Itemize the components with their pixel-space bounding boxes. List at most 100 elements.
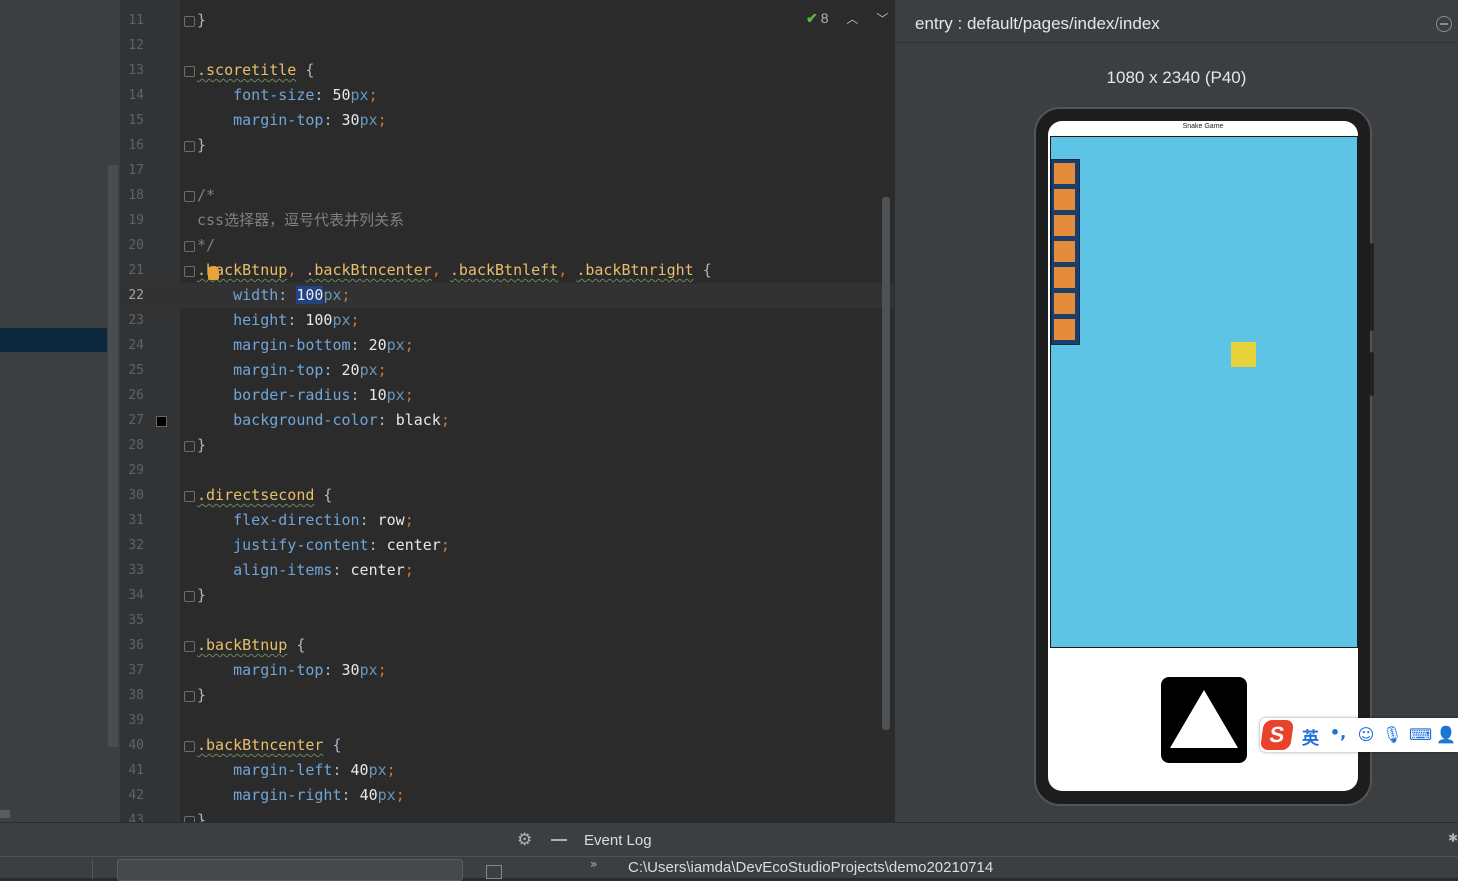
code-line[interactable]: 18 /* <box>120 183 894 208</box>
lightbulb-icon[interactable] <box>208 266 219 280</box>
code-line[interactable]: 28} <box>120 433 894 458</box>
inspection-widget[interactable]: ✔ 8 ︿ ﹀ <box>806 10 888 27</box>
code-line[interactable]: 27 background-color: black; <box>120 408 894 433</box>
code-line[interactable]: 38} <box>120 683 894 708</box>
user-icon[interactable]: 👤 <box>1436 725 1456 745</box>
code-text[interactable]: .directsecond { <box>197 483 332 508</box>
code-text[interactable]: align-items: center; <box>197 558 414 583</box>
fold-marker-icon[interactable] <box>184 266 195 277</box>
code-line[interactable]: 12 <box>120 33 894 58</box>
code-line[interactable]: 33 align-items: center; <box>120 558 894 583</box>
code-line[interactable]: 31 flex-direction: row; <box>120 508 894 533</box>
code-line[interactable]: 22 width: 100px; <box>120 283 894 308</box>
smiley-icon[interactable]: ☺ <box>1356 725 1376 745</box>
code-line[interactable]: 16} <box>120 133 894 158</box>
code-line[interactable]: 30 .directsecond { <box>120 483 894 508</box>
code-line[interactable]: 20 */ <box>120 233 894 258</box>
code-text[interactable]: margin-top: 30px; <box>197 658 387 683</box>
fold-marker-icon[interactable] <box>184 141 195 152</box>
event-log-title[interactable]: Event Log <box>584 832 652 849</box>
code-text[interactable]: height: 100px; <box>197 308 359 333</box>
ime-toolbar[interactable]: S 英 •, ☺ 🎙 ⌨ 👤 <box>1259 718 1458 752</box>
code-line[interactable]: 37 margin-top: 30px; <box>120 658 894 683</box>
chevron-down-icon[interactable]: ﹀ <box>876 12 888 26</box>
code-text[interactable]: /* <box>197 183 215 208</box>
code-line[interactable]: 40 .backBtncenter { <box>120 733 894 758</box>
code-text[interactable]: justify-content: center; <box>197 533 450 558</box>
code-line[interactable]: 14 font-size: 50px; <box>120 83 894 108</box>
code-line[interactable]: 11} <box>120 8 894 33</box>
code-text[interactable]: } <box>197 583 206 608</box>
code-line[interactable]: 24 margin-bottom: 20px; <box>120 333 894 358</box>
code-text[interactable]: } <box>197 133 206 158</box>
code-line[interactable]: 23 height: 100px; <box>120 308 894 333</box>
fold-marker-icon[interactable] <box>184 16 195 27</box>
code-editor[interactable]: 11} 12 13 .scoretitle {14 font-size: 50px; 1… <box>120 0 894 822</box>
code-text[interactable]: margin-top: 20px; <box>197 358 387 383</box>
fold-marker-icon[interactable] <box>184 741 195 752</box>
code-line[interactable]: 26 border-radius: 10px; <box>120 383 894 408</box>
project-panel-scrollbar[interactable] <box>108 165 118 747</box>
settings-small-icon[interactable]: ✱ <box>1448 831 1458 845</box>
code-line[interactable]: 39 <box>120 708 894 733</box>
fold-marker-icon[interactable] <box>184 191 195 202</box>
code-text[interactable]: */ <box>197 233 215 258</box>
code-text[interactable]: font-size: 50px; <box>197 83 378 108</box>
code-line[interactable]: 29 <box>120 458 894 483</box>
search-input[interactable] <box>117 859 463 881</box>
code-text[interactable]: css选择器，逗号代表并列关系 <box>197 208 404 233</box>
code-line[interactable]: 25 margin-top: 20px; <box>120 358 894 383</box>
code-text[interactable]: margin-left: 40px; <box>197 758 396 783</box>
code-text[interactable]: .backBtnup { <box>197 633 305 658</box>
code-text[interactable]: width: 100px; <box>197 283 351 308</box>
minimize-icon[interactable] <box>551 839 567 841</box>
sogou-logo-icon[interactable]: S <box>1259 720 1295 750</box>
code-text[interactable]: } <box>197 808 206 822</box>
selected-tree-row[interactable] <box>0 328 107 352</box>
chevron-more-icon[interactable]: » <box>590 857 597 871</box>
code-text[interactable]: margin-top: 30px; <box>197 108 387 133</box>
code-text[interactable]: .scoretitle { <box>197 58 314 83</box>
gear-icon[interactable]: ⚙ <box>517 830 532 850</box>
code-text[interactable]: .backBtnup, .backBtncenter, .backBtnleft… <box>197 258 712 283</box>
code-text[interactable]: } <box>197 683 206 708</box>
up-button[interactable] <box>1161 677 1247 763</box>
code-line[interactable]: 13 .scoretitle { <box>120 58 894 83</box>
fold-marker-icon[interactable] <box>184 241 195 252</box>
code-line[interactable]: 35 <box>120 608 894 633</box>
code-line[interactable]: 43} <box>120 808 894 822</box>
zoom-out-icon[interactable] <box>1436 16 1452 32</box>
code-text[interactable]: } <box>197 8 206 33</box>
code-line[interactable]: 41 margin-left: 40px; <box>120 758 894 783</box>
bottom-left-tab[interactable] <box>0 859 93 879</box>
code-line[interactable]: 36 .backBtnup { <box>120 633 894 658</box>
code-line[interactable]: 15 margin-top: 30px; <box>120 108 894 133</box>
code-line[interactable]: 17 <box>120 158 894 183</box>
code-text[interactable]: border-radius: 10px; <box>197 383 414 408</box>
ime-language[interactable]: 英 <box>1302 724 1319 749</box>
code-text[interactable]: .backBtncenter { <box>197 733 342 758</box>
microphone-icon[interactable]: 🎙 <box>1382 725 1402 745</box>
code-text[interactable]: background-color: black; <box>197 408 450 433</box>
fold-marker-icon[interactable] <box>184 591 195 602</box>
code-line[interactable]: 42 margin-right: 40px; <box>120 783 894 808</box>
color-swatch-icon[interactable] <box>156 416 167 427</box>
code-text[interactable]: flex-direction: row; <box>197 508 414 533</box>
phone-screen[interactable]: Snake Game <box>1048 121 1358 791</box>
fold-marker-icon[interactable] <box>184 66 195 77</box>
fold-marker-icon[interactable] <box>184 691 195 702</box>
code-line[interactable]: 21 .backBtnup, .backBtncenter, .backBtnle… <box>120 258 894 283</box>
fold-marker-icon[interactable] <box>184 441 195 452</box>
fold-marker-icon[interactable] <box>184 641 195 652</box>
fold-marker-icon[interactable] <box>184 491 195 502</box>
code-line[interactable]: 34} <box>120 583 894 608</box>
code-line[interactable]: 19 css选择器，逗号代表并列关系 <box>120 208 894 233</box>
ime-punctuation[interactable]: •, <box>1328 723 1348 743</box>
code-text[interactable]: margin-bottom: 20px; <box>197 333 414 358</box>
chevron-up-icon[interactable]: ︿ <box>846 12 858 26</box>
keyboard-icon[interactable]: ⌨ <box>1409 725 1432 745</box>
editor-scrollbar[interactable] <box>882 197 890 730</box>
code-text[interactable]: } <box>197 433 206 458</box>
code-text[interactable]: margin-right: 40px; <box>197 783 405 808</box>
code-line[interactable]: 32 justify-content: center; <box>120 533 894 558</box>
